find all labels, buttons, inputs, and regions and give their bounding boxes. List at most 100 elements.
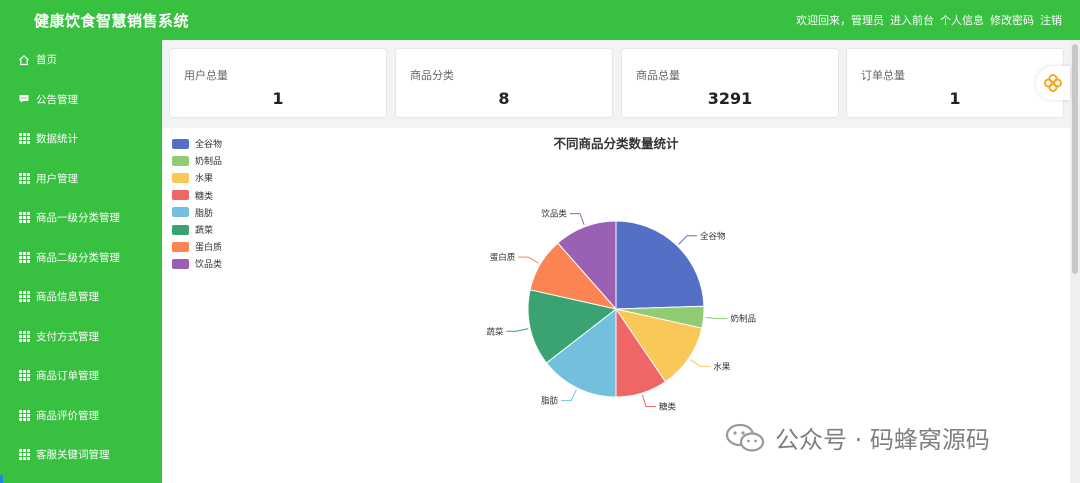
page-scrollbar[interactable] xyxy=(1070,40,1080,483)
grid-icon xyxy=(18,172,30,184)
sidebar-item-label: 支付方式管理 xyxy=(36,330,99,343)
legend-item[interactable]: 全谷物 xyxy=(172,135,222,152)
legend-label: 水果 xyxy=(195,174,214,185)
legend-label: 糖类 xyxy=(195,191,214,202)
legend-label: 蔬菜 xyxy=(195,226,214,237)
sidebar-item-users[interactable]: 用户管理 xyxy=(0,159,162,199)
legend-label: 饮品类 xyxy=(195,260,223,271)
grid-icon xyxy=(18,251,30,263)
legend-swatch xyxy=(172,241,189,252)
stat-label: 商品总量 xyxy=(636,69,680,82)
sidebar-item-keywords[interactable]: 客服关键词管理 xyxy=(0,435,162,475)
profile-link[interactable]: 个人信息 xyxy=(940,12,984,28)
pie-label-line xyxy=(705,316,728,320)
sidebar-item-label: 首页 xyxy=(36,54,57,67)
header-actions: 欢迎回来，管理员 进入前台 个人信息 修改密码 注销 xyxy=(796,12,1062,28)
sidebar-item-label: 商品二级分类管理 xyxy=(36,251,120,264)
sidebar-item-products[interactable]: 商品信息管理 xyxy=(0,277,162,317)
pie-slice-label: 饮品类 xyxy=(541,209,567,220)
grid-icon xyxy=(18,409,30,421)
pie-slice-label: 糖类 xyxy=(659,401,677,412)
stat-label: 订单总量 xyxy=(861,69,905,82)
pie-slice-label: 奶制品 xyxy=(731,314,757,325)
sidebar-item-label: 商品一级分类管理 xyxy=(36,212,120,225)
watermark-text: 公众号 · 码蜂窝源码 xyxy=(775,426,990,454)
stat-label: 商品分类 xyxy=(410,69,454,82)
pie-slice-label: 全谷物 xyxy=(700,231,726,242)
sidebar-item-label: 客服关键词管理 xyxy=(36,449,110,462)
chart-legend: 全谷物奶制品水果糖类脂肪蔬菜蛋白质饮品类 xyxy=(172,135,222,273)
stat-value: 1 xyxy=(272,89,284,108)
floating-assistant-button[interactable] xyxy=(1036,66,1070,100)
legend-swatch xyxy=(172,172,189,183)
sidebar-item-label: 公告管理 xyxy=(36,93,78,106)
stat-label: 用户总量 xyxy=(184,69,228,82)
legend-swatch xyxy=(172,258,189,269)
grid-icon xyxy=(18,212,30,224)
sidebar-item-statistics[interactable]: 数据统计 xyxy=(0,119,162,159)
legend-swatch xyxy=(172,138,189,149)
stat-card-users: 用户总量 1 xyxy=(169,48,387,118)
sidebar-item-reviews[interactable]: 商品评价管理 xyxy=(0,396,162,436)
legend-swatch xyxy=(172,224,189,235)
pie-label-line xyxy=(641,394,656,407)
flower-icon xyxy=(1044,74,1062,92)
legend-label: 脂肪 xyxy=(195,208,214,219)
logout-link[interactable]: 注销 xyxy=(1040,12,1062,28)
sidebar-item-label: 数据统计 xyxy=(36,133,78,146)
stat-card-orders: 订单总量 1 xyxy=(846,48,1064,118)
stat-card-products: 商品总量 3291 xyxy=(621,48,839,118)
pie-label-line xyxy=(690,359,711,367)
legend-swatch xyxy=(172,207,189,218)
app-title: 健康饮食智慧销售系统 xyxy=(34,12,190,30)
pie-slice-label: 水果 xyxy=(713,361,731,372)
pie-slice-label: 蔬菜 xyxy=(486,326,504,337)
sidebar-item-home[interactable]: 首页 xyxy=(0,40,162,80)
pie-label-line xyxy=(569,213,585,225)
legend-label: 蛋白质 xyxy=(195,243,223,254)
sidebar-item-secondary-category[interactable]: 商品二级分类管理 xyxy=(0,238,162,278)
wechat-icon xyxy=(725,423,765,452)
pie-slice-label: 蛋白质 xyxy=(490,252,516,263)
legend-label: 奶制品 xyxy=(195,157,223,168)
enter-frontend-link[interactable]: 进入前台 xyxy=(890,12,934,28)
sidebar-item-payment[interactable]: 支付方式管理 xyxy=(0,317,162,357)
pie-label-line xyxy=(678,235,697,245)
legend-item[interactable]: 饮品类 xyxy=(172,255,222,272)
legend-item[interactable]: 脂肪 xyxy=(172,204,222,221)
sidebar-item-orders[interactable]: 商品订单管理 xyxy=(0,356,162,396)
grid-icon xyxy=(18,449,30,461)
legend-label: 全谷物 xyxy=(195,140,223,151)
sidebar-item-announcements[interactable]: 公告管理 xyxy=(0,80,162,120)
scrollbar-thumb[interactable] xyxy=(1072,44,1078,274)
watermark: 公众号 · 码蜂窝源码 xyxy=(725,420,990,455)
chat-icon xyxy=(18,93,30,105)
grid-icon xyxy=(18,370,30,382)
welcome-text: 欢迎回来，管理员 xyxy=(796,14,884,27)
pie-slice[interactable] xyxy=(615,220,705,310)
legend-swatch xyxy=(172,155,189,166)
stat-card-categories: 商品分类 8 xyxy=(395,48,613,118)
legend-item[interactable]: 水果 xyxy=(172,169,222,186)
legend-item[interactable]: 奶制品 xyxy=(172,152,222,169)
change-password-link[interactable]: 修改密码 xyxy=(990,12,1034,28)
pie-label-line xyxy=(506,328,529,332)
pie-slice-label: 脂肪 xyxy=(541,396,559,407)
legend-item[interactable]: 蔬菜 xyxy=(172,221,222,238)
main-content: 用户总量 1 商品分类 8 商品总量 3291 订单总量 1 全谷物 奶制品 水果糖… xyxy=(162,40,1070,483)
sidebar-item-primary-category[interactable]: 商品一级分类管理 xyxy=(0,198,162,238)
sidebar-item-label: 商品信息管理 xyxy=(36,291,99,304)
top-bar: 健康饮食智慧销售系统 欢迎回来，管理员 进入前台 个人信息 修改密码 注销 xyxy=(0,0,1080,40)
legend-item[interactable]: 蛋白质 xyxy=(172,238,222,255)
stat-value: 1 xyxy=(949,89,961,108)
legend-item[interactable]: 糖类 xyxy=(172,187,222,204)
sidebar-item-label: 商品订单管理 xyxy=(36,370,99,383)
sidebar-item-label: 商品评价管理 xyxy=(36,409,99,422)
pie-label-line xyxy=(518,256,539,264)
chart-title: 不同商品分类数量统计 xyxy=(553,136,679,151)
home-icon xyxy=(18,54,30,66)
stat-value: 3291 xyxy=(707,89,753,108)
sidebar: 首页 公告管理 数据统计 用户管理 商品一级分类管理 商品二级分类管理 商品信息… xyxy=(0,40,162,483)
stat-value: 8 xyxy=(498,89,510,108)
sidebar-scroll-indicator xyxy=(0,475,3,483)
